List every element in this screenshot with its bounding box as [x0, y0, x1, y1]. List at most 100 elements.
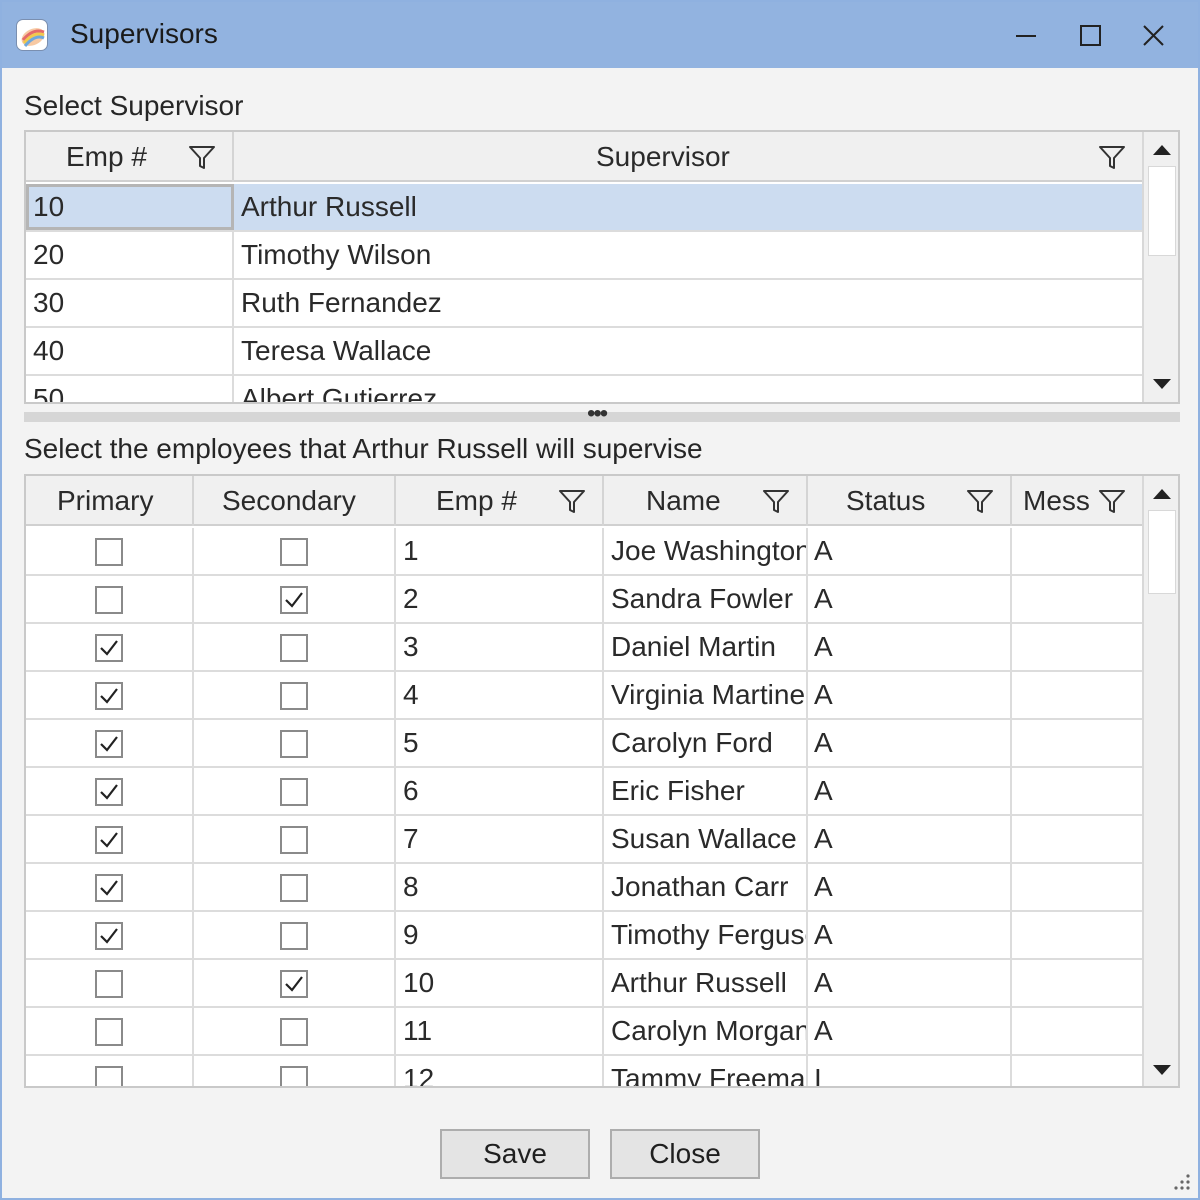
emp-number-cell[interactable]: 8: [396, 864, 604, 910]
message-cell[interactable]: [1012, 672, 1142, 718]
checkbox[interactable]: [280, 730, 308, 758]
checkbox[interactable]: [95, 874, 123, 902]
filter-icon[interactable]: [966, 489, 994, 515]
status-cell[interactable]: A: [808, 1008, 1012, 1054]
emp-number-cell[interactable]: 10: [396, 960, 604, 1006]
employee-row[interactable]: 7 Susan Wallace A: [26, 816, 1142, 864]
emp-number-cell[interactable]: 50: [26, 376, 234, 402]
emp-number-cell[interactable]: 7: [396, 816, 604, 862]
column-header-emp[interactable]: Emp #: [396, 476, 604, 526]
message-cell[interactable]: [1012, 768, 1142, 814]
employee-scroll-thumb[interactable]: [1148, 510, 1176, 594]
supervisor-grid[interactable]: Emp # Supervisor 10 Arthur Russell 20 Timot…: [24, 130, 1180, 404]
close-button[interactable]: Close: [610, 1129, 760, 1179]
status-cell[interactable]: A: [808, 528, 1012, 574]
checkbox[interactable]: [280, 874, 308, 902]
checkbox[interactable]: [95, 1066, 123, 1086]
status-cell[interactable]: I: [808, 1056, 1012, 1086]
column-header-name[interactable]: Name: [604, 476, 808, 526]
checkbox[interactable]: [95, 778, 123, 806]
checkbox[interactable]: [95, 682, 123, 710]
emp-number-cell[interactable]: 3: [396, 624, 604, 670]
employee-name-cell[interactable]: Jonathan Carr: [604, 864, 808, 910]
employee-row[interactable]: 8 Jonathan Carr A: [26, 864, 1142, 912]
employee-row[interactable]: 4 Virginia Martinez A: [26, 672, 1142, 720]
employee-row[interactable]: 9Timothy FergusonA: [26, 912, 1142, 960]
employee-name-cell[interactable]: Timothy Ferguson: [604, 912, 808, 958]
status-cell[interactable]: A: [808, 960, 1012, 1006]
emp-number-cell[interactable]: 5: [396, 720, 604, 766]
status-cell[interactable]: A: [808, 576, 1012, 622]
pane-splitter[interactable]: •••: [24, 400, 1180, 427]
filter-icon[interactable]: [762, 489, 790, 515]
supervisor-row[interactable]: 20 Timothy Wilson: [26, 232, 1142, 280]
filter-icon[interactable]: [558, 489, 586, 515]
maximize-button[interactable]: [1068, 14, 1112, 58]
employee-row[interactable]: 11 Carolyn Morgan A: [26, 1008, 1142, 1056]
column-header-supervisor[interactable]: Supervisor: [234, 132, 1144, 182]
message-cell[interactable]: [1012, 1056, 1142, 1086]
column-header-status[interactable]: Status: [808, 476, 1012, 526]
column-header-emp[interactable]: Emp #: [26, 132, 234, 182]
checkbox[interactable]: [95, 970, 123, 998]
scroll-up-icon[interactable]: [1152, 486, 1172, 502]
emp-number-cell[interactable]: 12: [396, 1056, 604, 1086]
employee-row[interactable]: 3 Daniel Martin A: [26, 624, 1142, 672]
employee-name-cell[interactable]: Arthur Russell: [604, 960, 808, 1006]
status-cell[interactable]: A: [808, 816, 1012, 862]
supervisor-vertical-scrollbar[interactable]: [1142, 132, 1178, 402]
checkbox[interactable]: [95, 922, 123, 950]
checkbox[interactable]: [280, 538, 308, 566]
supervisor-name-cell[interactable]: Ruth Fernandez: [234, 280, 1142, 326]
message-cell[interactable]: [1012, 720, 1142, 766]
message-cell[interactable]: [1012, 624, 1142, 670]
checkbox[interactable]: [280, 586, 308, 614]
emp-number-cell[interactable]: 1: [396, 528, 604, 574]
message-cell[interactable]: [1012, 960, 1142, 1006]
supervisor-name-cell[interactable]: Teresa Wallace: [234, 328, 1142, 374]
checkbox[interactable]: [280, 1066, 308, 1086]
supervisor-row[interactable]: 30 Ruth Fernandez: [26, 280, 1142, 328]
resize-grip-icon[interactable]: [1170, 1170, 1192, 1192]
employee-row[interactable]: 1 Joe Washington A: [26, 528, 1142, 576]
checkbox[interactable]: [280, 778, 308, 806]
emp-number-cell[interactable]: 10: [26, 184, 234, 230]
scroll-up-icon[interactable]: [1152, 142, 1172, 158]
employee-row[interactable]: 2 Sandra Fowler A: [26, 576, 1142, 624]
checkbox[interactable]: [95, 730, 123, 758]
employee-name-cell[interactable]: Daniel Martin: [604, 624, 808, 670]
emp-number-cell[interactable]: 11: [396, 1008, 604, 1054]
emp-number-cell[interactable]: 9: [396, 912, 604, 958]
filter-icon[interactable]: [188, 145, 216, 171]
status-cell[interactable]: A: [808, 912, 1012, 958]
employee-name-cell[interactable]: Sandra Fowler: [604, 576, 808, 622]
emp-number-cell[interactable]: 2: [396, 576, 604, 622]
supervisor-name-cell[interactable]: Timothy Wilson: [234, 232, 1142, 278]
checkbox[interactable]: [280, 970, 308, 998]
employee-name-cell[interactable]: Susan Wallace: [604, 816, 808, 862]
emp-number-cell[interactable]: 4: [396, 672, 604, 718]
status-cell[interactable]: A: [808, 672, 1012, 718]
employee-row[interactable]: 12 Tammy Freeman I: [26, 1056, 1142, 1086]
message-cell[interactable]: [1012, 576, 1142, 622]
employee-vertical-scrollbar[interactable]: [1142, 476, 1178, 1086]
checkbox[interactable]: [95, 826, 123, 854]
checkbox[interactable]: [95, 1018, 123, 1046]
employee-row[interactable]: 10 Arthur Russell A: [26, 960, 1142, 1008]
emp-number-cell[interactable]: 40: [26, 328, 234, 374]
employee-row[interactable]: 5 Carolyn Ford A: [26, 720, 1142, 768]
emp-number-cell[interactable]: 20: [26, 232, 234, 278]
save-button[interactable]: Save: [440, 1129, 590, 1179]
employee-name-cell[interactable]: Carolyn Ford: [604, 720, 808, 766]
emp-number-cell[interactable]: 30: [26, 280, 234, 326]
employee-row[interactable]: 6 Eric Fisher A: [26, 768, 1142, 816]
status-cell[interactable]: A: [808, 624, 1012, 670]
checkbox[interactable]: [280, 826, 308, 854]
checkbox[interactable]: [280, 1018, 308, 1046]
minimize-button[interactable]: [1004, 14, 1048, 58]
checkbox[interactable]: [95, 586, 123, 614]
employee-name-cell[interactable]: Virginia Martinez: [604, 672, 808, 718]
title-bar[interactable]: Supervisors: [2, 2, 1198, 68]
checkbox[interactable]: [280, 634, 308, 662]
checkbox[interactable]: [280, 682, 308, 710]
